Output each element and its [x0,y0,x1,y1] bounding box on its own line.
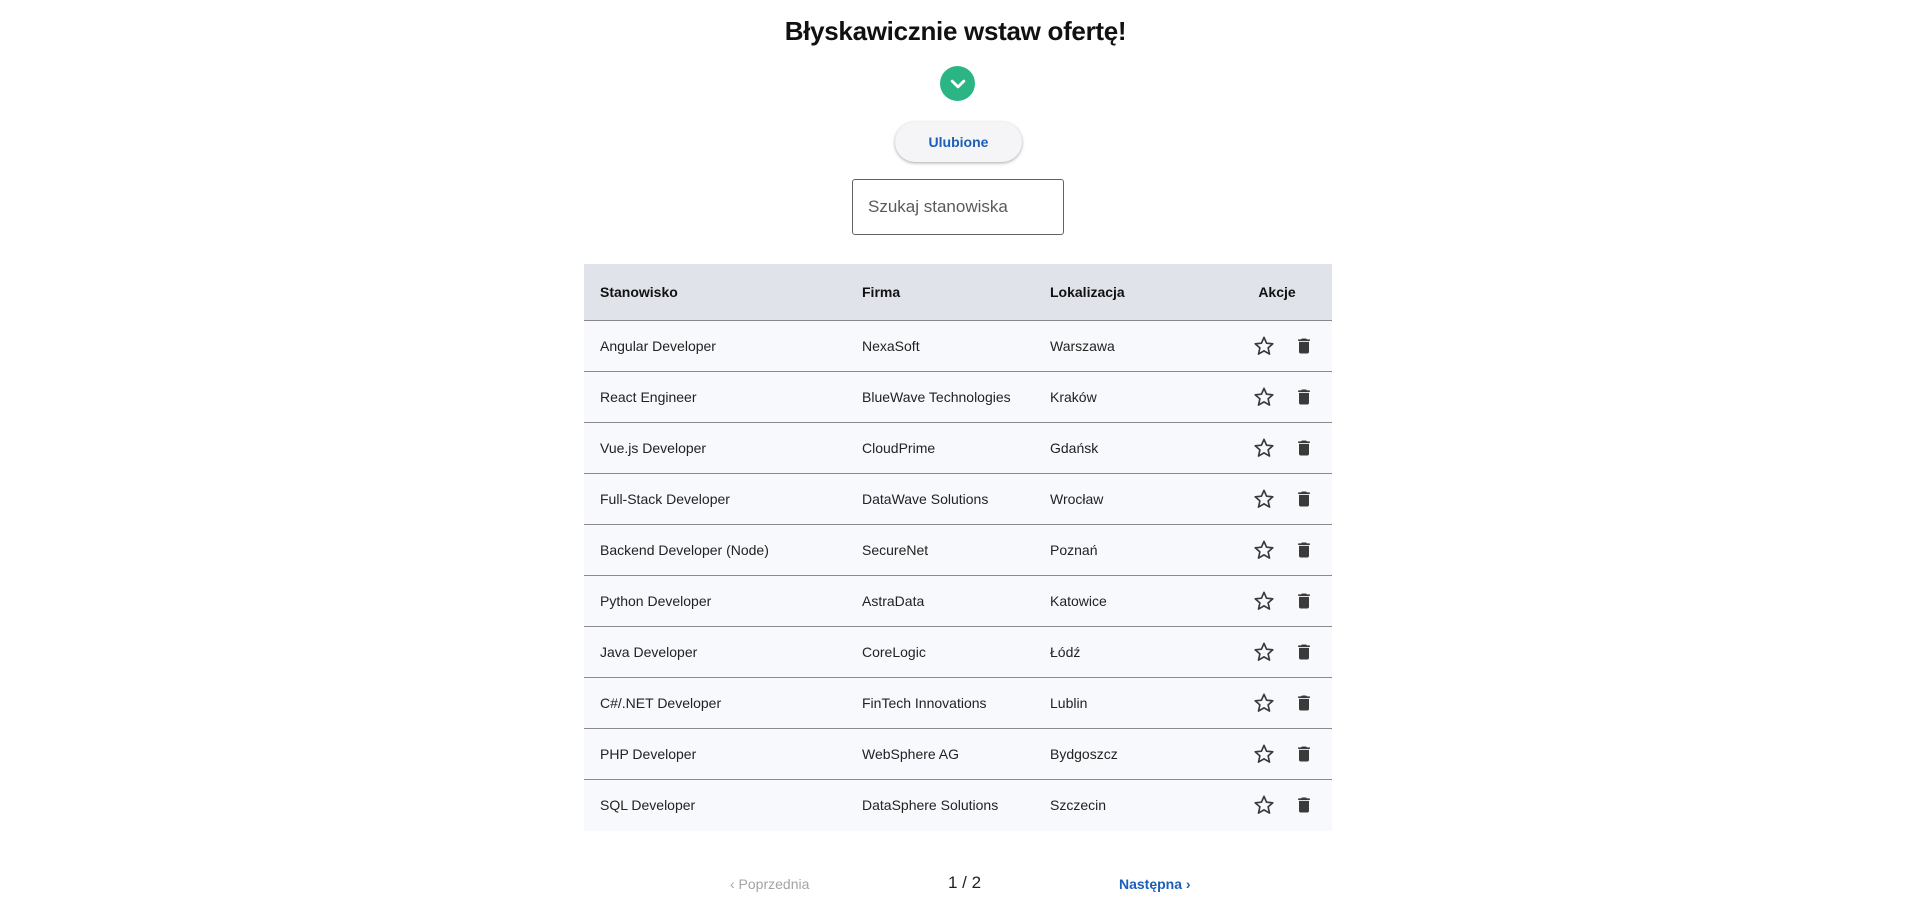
cell-actions [1222,473,1332,524]
cell-position: SQL Developer [600,797,696,814]
pagination: ‹ Poprzednia 1 / 2 Następna › [0,872,1911,896]
cell-actions [1222,575,1332,626]
trash-icon[interactable] [1292,487,1316,511]
cell-location: Gdańsk [1050,439,1099,456]
cell-actions [1222,524,1332,575]
trash-icon[interactable] [1292,691,1316,715]
star-outline-icon[interactable] [1252,691,1276,715]
cell-company: WebSphere AG [862,745,960,762]
table-row: Python Developer AstraData Katowice [584,575,1332,626]
cell-company: NexaSoft [862,337,920,354]
trash-icon[interactable] [1292,538,1316,562]
table-row: Vue.js Developer CloudPrime Gdańsk [584,422,1332,473]
cell-actions [1222,320,1332,371]
cell-actions [1222,371,1332,422]
table-body: Angular Developer NexaSoft Warszawa React E… [584,320,1332,831]
cell-company: DataSphere Solutions [862,797,999,814]
cell-actions [1222,728,1332,779]
page-title: Błyskawicznie wstaw ofertę! [784,16,1127,46]
cell-position: PHP Developer [600,745,697,762]
table-row: React Engineer BlueWave Technologies Krakó… [584,371,1332,422]
cell-position: Angular Developer [600,337,716,354]
previous-page-button[interactable]: ‹ Poprzednia [730,876,809,892]
cell-location: Kraków [1050,388,1097,405]
trash-icon[interactable] [1292,436,1316,460]
trash-icon[interactable] [1292,793,1316,817]
table-row: Full-Stack Developer DataWave Solutions Wr… [584,473,1332,524]
table-row: PHP Developer WebSphere AG Bydgoszcz [584,728,1332,779]
cell-location: Bydgoszcz [1050,745,1118,762]
expand-toggle-button[interactable] [940,66,975,101]
cell-actions [1222,779,1332,831]
star-outline-icon[interactable] [1252,793,1276,817]
star-outline-icon[interactable] [1252,436,1276,460]
chevron-down-icon [950,79,965,88]
cell-company: DataWave Solutions [862,490,989,507]
cell-company: BlueWave Technologies [862,388,1011,405]
star-outline-icon[interactable] [1252,742,1276,766]
star-outline-icon[interactable] [1252,589,1276,613]
next-page-button[interactable]: Następna › [1119,876,1191,892]
star-outline-icon[interactable] [1252,385,1276,409]
cell-company: SecureNet [862,541,929,558]
cell-position: C#/.NET Developer [600,694,722,711]
page: Błyskawicznie wstaw ofertę! Ulubione Sta… [0,0,1911,904]
table-row: SQL Developer DataSphere Solutions Szczeci… [584,779,1332,831]
cell-actions [1222,626,1332,677]
cell-position: Python Developer [600,592,712,609]
cell-location: Lublin [1050,694,1088,711]
column-header-company: Firma [846,264,1034,321]
star-outline-icon[interactable] [1252,334,1276,358]
column-header-position: Stanowisko [584,264,846,321]
cell-company: AstraData [862,592,925,609]
cell-position: Vue.js Developer [600,439,707,456]
cell-location: Katowice [1050,592,1107,609]
cell-location: Szczecin [1050,797,1107,814]
page-indicator: 1 / 2 [948,873,982,892]
trash-icon[interactable] [1292,385,1316,409]
table-row: Angular Developer NexaSoft Warszawa [584,320,1332,371]
table-row: Backend Developer (Node) SecureNet Poznań [584,524,1332,575]
trash-icon[interactable] [1292,334,1316,358]
cell-actions [1222,422,1332,473]
star-outline-icon[interactable] [1252,538,1276,562]
column-header-location: Lokalizacja [1034,264,1222,321]
table-row: C#/.NET Developer FinTech Innovations Lubl… [584,677,1332,728]
cell-position: React Engineer [600,388,697,405]
cell-company: CloudPrime [862,439,936,456]
cell-location: Wrocław [1050,490,1104,507]
favorites-button[interactable]: Ulubione [895,122,1022,162]
table-row: Java Developer CoreLogic Łódź [584,626,1332,677]
cell-position: Java Developer [600,643,698,660]
cell-company: FinTech Innovations [862,694,987,711]
job-offers-table: Stanowisko Firma Lokalizacja Akcje Angul… [584,264,1332,831]
cell-location: Poznań [1050,541,1098,558]
star-outline-icon[interactable] [1252,487,1276,511]
trash-icon[interactable] [1292,640,1316,664]
trash-icon[interactable] [1292,742,1316,766]
cell-location: Łódź [1050,643,1081,660]
column-header-actions: Akcje [1222,264,1332,321]
search-input[interactable] [852,179,1064,235]
trash-icon[interactable] [1292,589,1316,613]
cell-actions [1222,677,1332,728]
cell-location: Warszawa [1050,337,1115,354]
cell-position: Full-Stack Developer [600,490,730,507]
cell-position: Backend Developer (Node) [600,541,769,558]
cell-company: CoreLogic [862,643,926,660]
star-outline-icon[interactable] [1252,640,1276,664]
table-header-row: Stanowisko Firma Lokalizacja Akcje [584,264,1332,321]
